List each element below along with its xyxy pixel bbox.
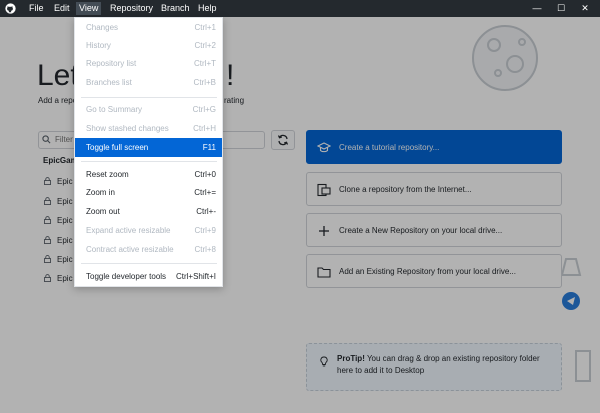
menu-item-toggle-developer-tools[interactable]: Toggle developer tools Ctrl+Shift+I bbox=[75, 267, 222, 286]
menu-separator bbox=[81, 161, 217, 162]
menu-repository[interactable]: Repository bbox=[107, 2, 156, 15]
menu-item-toggle-full-screen[interactable]: Toggle full screen F11 bbox=[75, 138, 222, 157]
menu-view[interactable]: View bbox=[76, 2, 102, 15]
menu-edit[interactable]: Edit bbox=[51, 2, 73, 15]
menu-item-zoom-out[interactable]: Zoom out Ctrl+- bbox=[75, 202, 222, 221]
menu-item-zoom-in[interactable]: Zoom in Ctrl+= bbox=[75, 183, 222, 202]
github-logo-icon bbox=[5, 3, 16, 14]
title-bar: File Edit View Repository Branch Help — … bbox=[0, 0, 600, 17]
menu-item-contract-active-resizable[interactable]: Contract active resizable Ctrl+8 bbox=[75, 240, 222, 259]
view-menu-dropdown: Changes Ctrl+1 History Ctrl+2 Repository l… bbox=[74, 17, 223, 287]
menu-item-reset-zoom[interactable]: Reset zoom Ctrl+0 bbox=[75, 165, 222, 184]
menu-item-history[interactable]: History Ctrl+2 bbox=[75, 36, 222, 55]
menu-file[interactable]: File bbox=[26, 2, 47, 15]
menu-item-expand-active-resizable[interactable]: Expand active resizable Ctrl+9 bbox=[75, 221, 222, 240]
menu-separator bbox=[81, 97, 217, 98]
menu-item-go-to-summary[interactable]: Go to Summary Ctrl+G bbox=[75, 100, 222, 119]
menu-separator bbox=[81, 263, 217, 264]
minimize-button[interactable]: — bbox=[525, 0, 549, 17]
close-button[interactable]: ✕ bbox=[573, 0, 597, 17]
maximize-button[interactable]: ☐ bbox=[549, 0, 573, 17]
menu-item-show-stashed-changes[interactable]: Show stashed changes Ctrl+H bbox=[75, 119, 222, 138]
menu-item-branches-list[interactable]: Branches list Ctrl+B bbox=[75, 73, 222, 92]
menu-branch[interactable]: Branch bbox=[158, 2, 193, 15]
menu-help[interactable]: Help bbox=[195, 2, 220, 15]
menu-item-changes[interactable]: Changes Ctrl+1 bbox=[75, 18, 222, 37]
menu-item-repository-list[interactable]: Repository list Ctrl+T bbox=[75, 54, 222, 73]
